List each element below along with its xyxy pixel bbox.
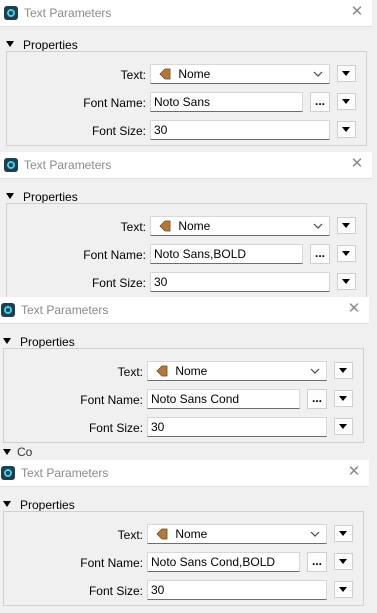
text-parameters-panel-4: Text Parameters ✕ Properties Text: Nome … <box>0 460 369 613</box>
window-title: Text Parameters <box>24 158 112 172</box>
font-size-row: Font Size: 30 <box>0 120 372 142</box>
text-parameters-panel-1: Text Parameters ✕ Properties Text: Nome … <box>0 0 372 150</box>
triangle-down-icon <box>6 193 14 199</box>
section-label: Properties <box>20 335 75 349</box>
font-name-input[interactable]: Noto Sans,BOLD <box>150 244 303 264</box>
font-size-input[interactable]: 30 <box>147 580 327 600</box>
section-label: Properties <box>23 190 78 204</box>
fme-app-icon <box>4 6 18 20</box>
attribute-tag-icon <box>159 68 171 80</box>
text-label: Text: <box>117 365 143 379</box>
text-row: Text: Nome <box>0 361 369 383</box>
font-name-menu-button[interactable] <box>337 245 356 262</box>
text-combo[interactable]: Nome <box>150 216 330 236</box>
font-name-input[interactable]: Noto Sans <box>150 92 303 112</box>
font-name-input[interactable]: Noto Sans Cond <box>147 389 300 409</box>
close-icon[interactable]: ✕ <box>347 301 361 317</box>
font-name-label: Font Name: <box>80 393 143 407</box>
font-name-row: Font Name: Noto Sans,BOLD ... <box>0 244 372 266</box>
font-size-label: Font Size: <box>91 276 146 290</box>
font-browse-button[interactable]: ... <box>307 389 327 409</box>
section-label: Properties <box>20 498 75 512</box>
font-browse-button[interactable]: ... <box>310 244 330 264</box>
text-label: Text: <box>117 528 143 542</box>
font-name-row: Font Name: Noto Sans ... <box>0 92 372 114</box>
attribute-tag-icon <box>156 365 168 377</box>
font-name-input[interactable]: Noto Sans Cond,BOLD <box>147 552 300 572</box>
font-size-row: Font Size: 30 <box>0 272 372 294</box>
font-name-label: Font Name: <box>83 248 146 262</box>
attribute-tag-icon <box>156 528 168 540</box>
titlebar: Text Parameters ✕ <box>0 297 369 324</box>
font-browse-button[interactable]: ... <box>307 552 327 572</box>
font-size-row: Font Size: 30 <box>0 580 369 602</box>
text-row: Text: Nome <box>0 64 372 86</box>
fme-app-icon <box>4 158 18 172</box>
attribute-tag-icon <box>159 220 171 232</box>
text-combo-value: Nome <box>175 527 208 541</box>
titlebar: Text Parameters ✕ <box>0 0 372 27</box>
text-combo[interactable]: Nome <box>147 524 327 544</box>
text-combo-value: Nome <box>178 67 211 81</box>
text-combo-value: Nome <box>178 219 211 233</box>
text-row: Text: Nome <box>0 524 369 546</box>
close-icon[interactable]: ✕ <box>350 4 364 20</box>
text-menu-button[interactable] <box>337 217 356 234</box>
titlebar: Text Parameters ✕ <box>0 460 369 487</box>
window-title: Text Parameters <box>21 466 109 480</box>
text-menu-button[interactable] <box>337 65 356 82</box>
font-name-menu-button[interactable] <box>337 93 356 110</box>
font-name-menu-button[interactable] <box>334 553 353 570</box>
chevron-down-icon <box>310 531 320 537</box>
font-size-menu-button[interactable] <box>334 581 353 598</box>
triangle-down-icon <box>3 501 11 507</box>
font-browse-button[interactable]: ... <box>310 92 330 112</box>
text-menu-button[interactable] <box>334 525 353 542</box>
text-menu-button[interactable] <box>334 362 353 379</box>
titlebar: Text Parameters ✕ <box>0 152 372 179</box>
section-label: Properties <box>23 38 78 52</box>
close-icon[interactable]: ✕ <box>347 464 361 480</box>
triangle-down-icon <box>6 41 14 47</box>
chevron-down-icon <box>313 223 323 229</box>
text-label: Text: <box>120 68 146 82</box>
font-size-menu-button[interactable] <box>337 121 356 138</box>
text-combo[interactable]: Nome <box>147 361 327 381</box>
window-title: Text Parameters <box>21 303 109 317</box>
font-name-row: Font Name: Noto Sans Cond,BOLD ... <box>0 552 369 574</box>
triangle-down-icon <box>3 338 11 344</box>
font-name-row: Font Name: Noto Sans Cond ... <box>0 389 369 411</box>
font-size-menu-button[interactable] <box>334 418 353 435</box>
font-name-label: Font Name: <box>83 96 146 110</box>
close-icon[interactable]: ✕ <box>350 156 364 172</box>
font-name-menu-button[interactable] <box>334 390 353 407</box>
font-size-label: Font Size: <box>91 124 146 138</box>
chevron-down-icon <box>310 368 320 374</box>
fme-app-icon <box>1 303 15 317</box>
fme-app-icon <box>1 466 15 480</box>
font-size-input[interactable]: 30 <box>147 417 327 437</box>
chevron-down-icon <box>313 71 323 77</box>
font-size-input[interactable]: 30 <box>150 120 330 140</box>
text-combo[interactable]: Nome <box>150 64 330 84</box>
next-section-peek: Co <box>17 445 33 459</box>
text-label: Text: <box>120 220 146 234</box>
text-row: Text: Nome <box>0 216 372 238</box>
font-name-label: Font Name: <box>80 556 143 570</box>
font-size-input[interactable]: 30 <box>150 272 330 292</box>
font-size-label: Font Size: <box>88 584 143 598</box>
text-parameters-panel-3: Text Parameters ✕ Properties Text: Nome … <box>0 297 369 459</box>
text-parameters-panel-2: Text Parameters ✕ Properties Text: Nome … <box>0 152 372 297</box>
text-combo-value: Nome <box>175 364 208 378</box>
font-size-row: Font Size: 30 <box>0 417 369 439</box>
font-size-label: Font Size: <box>88 421 143 435</box>
triangle-down-icon <box>3 449 11 455</box>
font-size-menu-button[interactable] <box>337 273 356 290</box>
window-title: Text Parameters <box>24 6 112 20</box>
